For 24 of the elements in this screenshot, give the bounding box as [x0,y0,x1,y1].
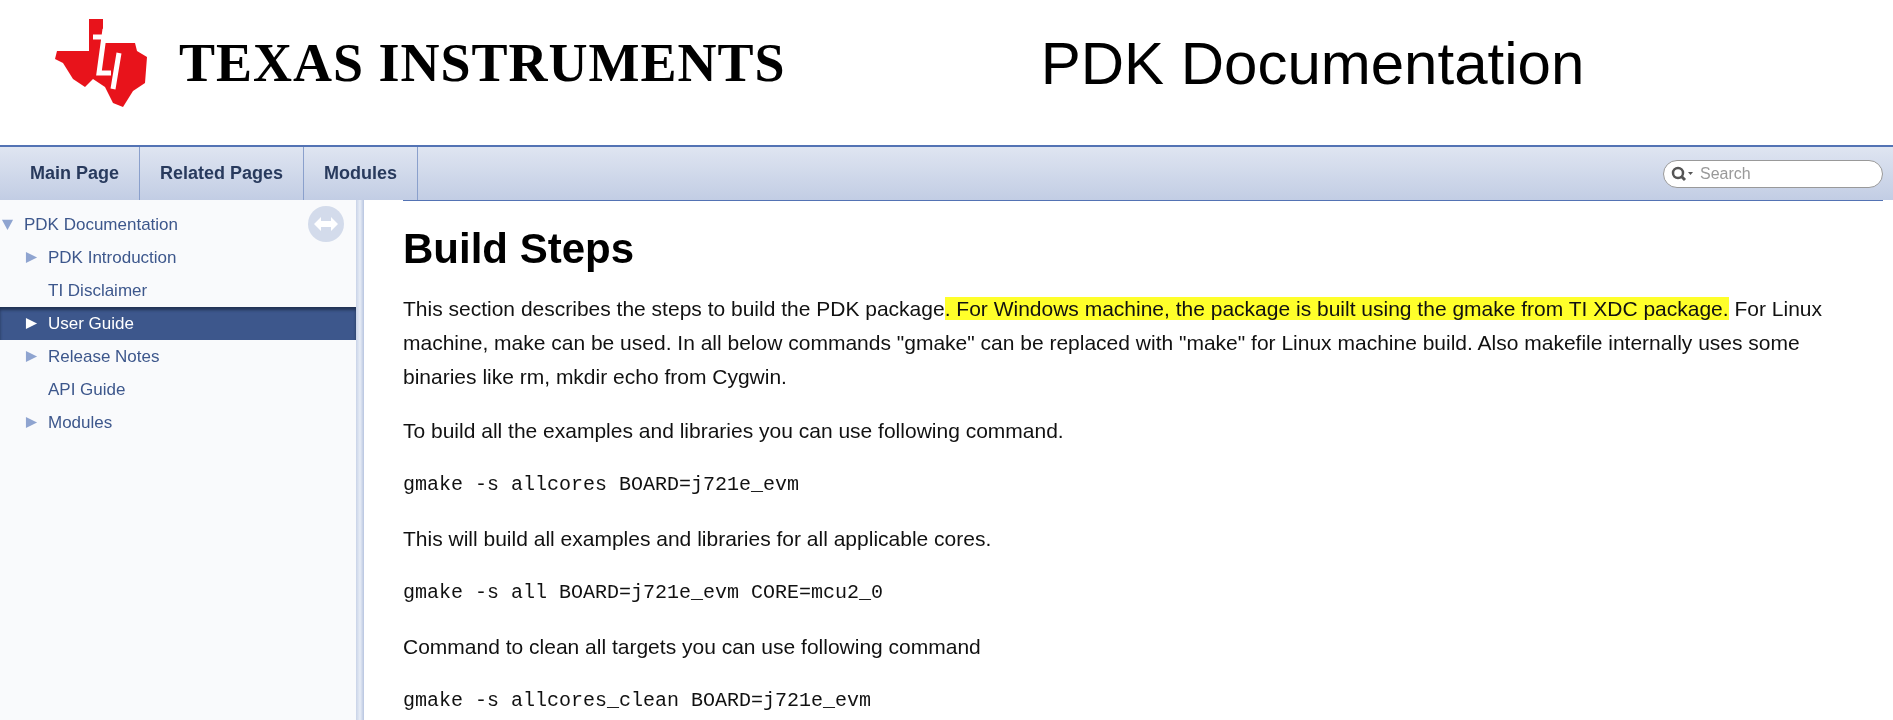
search-icon[interactable] [1671,165,1695,182]
paragraph: Command to clean all targets you can use following command [403,633,982,660]
code-line: gmake -s allcores_clean BOARD=j721e_evm [403,687,873,714]
tree-item[interactable]: API Guide [0,373,357,406]
tree-item[interactable]: Release Notes [0,340,357,373]
tree-item[interactable]: Modules [0,406,357,439]
sync-icon[interactable] [308,206,344,242]
paragraph: This will build all examples and libraries for all applicable cores. [403,525,993,552]
page-heading: Build Steps [403,224,636,274]
logo-icon [53,16,149,109]
search-field[interactable]: Search [1663,159,1883,188]
tree-item[interactable]: User Guide [0,307,357,340]
tree-item[interactable]: PDK Introduction [0,241,357,274]
splitter[interactable] [356,200,364,720]
paragraph: To build all the examples and libraries you can use following command. [403,417,1065,444]
code-line: gmake -s allcores BOARD=j721e_evm [403,471,801,498]
collapse-arrow-icon[interactable] [1,218,14,231]
brand-name: TEXAS INSTRUMENTS [179,35,786,90]
tree-item[interactable]: PDK Documentation [0,208,357,241]
page-title: PDK Documentation [1040,33,1585,94]
expand-arrow-icon[interactable] [25,317,38,330]
tree-item[interactable]: TI Disclaimer [0,274,357,307]
paragraph: This section describes the steps to build the PDK package. For Windows machine, the package is built using the gmake from TI XDC package. For Linux machine, make can be used. In all below commands "gmake" can be replaced with "make" for Linux machine build. Also makefile internally uses some binaries like rm, mkdir echo from Cygwin. [403,295,1823,390]
code-line: gmake -s all BOARD=j721e_evm CORE=mcu2_0 [403,579,885,606]
